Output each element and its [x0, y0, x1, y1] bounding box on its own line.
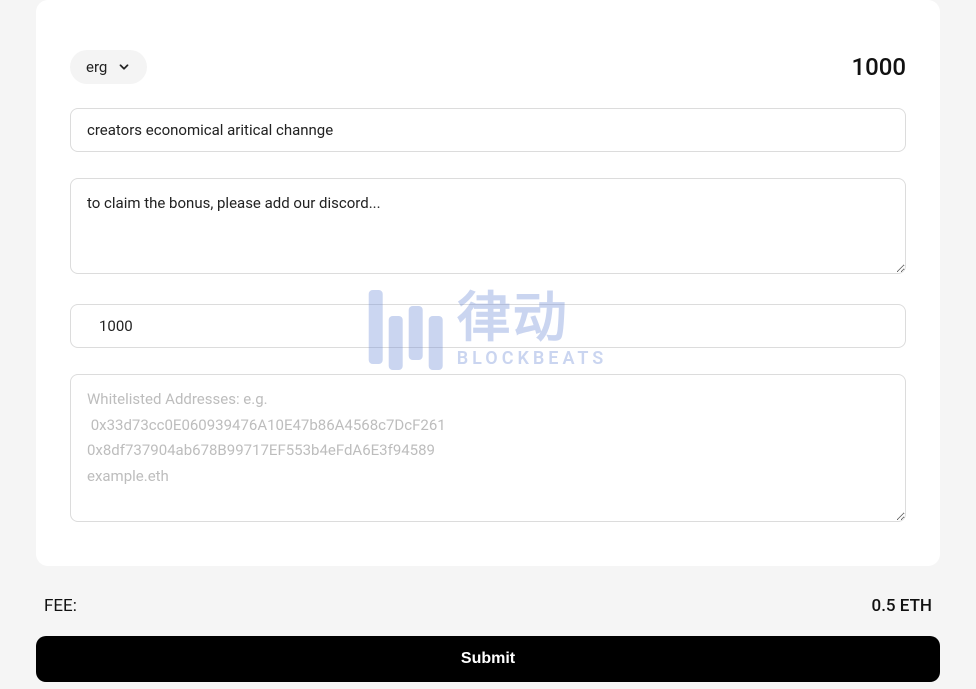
- fee-row: FEE: 0.5 ETH: [0, 596, 976, 616]
- description-textarea[interactable]: [70, 178, 906, 274]
- chevron-down-icon: [117, 60, 131, 74]
- top-row: erg 1000: [70, 50, 906, 84]
- form-card: erg 1000: [36, 0, 940, 566]
- token-selector[interactable]: erg: [70, 50, 147, 84]
- amount-input[interactable]: [70, 304, 906, 348]
- balance-value: 1000: [851, 53, 906, 81]
- fee-value: 0.5 ETH: [872, 596, 932, 616]
- token-label: erg: [86, 58, 107, 76]
- fee-label: FEE:: [44, 596, 77, 616]
- title-input[interactable]: [70, 108, 906, 152]
- submit-button[interactable]: Submit: [36, 636, 940, 682]
- whitelist-textarea[interactable]: [70, 374, 906, 522]
